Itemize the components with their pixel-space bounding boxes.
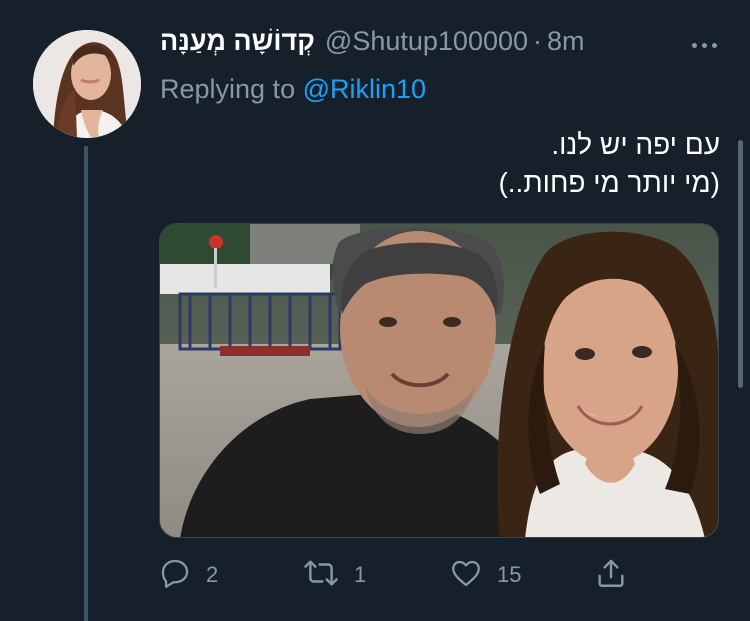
retweet-button[interactable]: 1 bbox=[302, 555, 366, 595]
timestamp[interactable]: 8m bbox=[547, 26, 585, 57]
retweet-icon[interactable] bbox=[302, 556, 340, 595]
tweet-text-line-1: עם יפה יש לנו. bbox=[551, 129, 720, 160]
thread-line bbox=[84, 146, 88, 621]
reply-button[interactable]: 2 bbox=[158, 555, 218, 595]
more-options-icon[interactable] bbox=[684, 30, 724, 60]
like-count: 15 bbox=[497, 562, 522, 587]
tweet-text-line-2: (מי יותר מי פחות..) bbox=[498, 167, 720, 198]
display-name[interactable]: קְדוֹשָׁה מְעַנָּה bbox=[160, 26, 315, 57]
tweet-photo[interactable] bbox=[159, 223, 719, 538]
replying-to: Replying to @Riklin10 bbox=[160, 74, 426, 105]
reply-icon[interactable] bbox=[158, 556, 192, 595]
tweet-actions: 2 1 15 bbox=[158, 555, 638, 595]
like-button[interactable]: 15 bbox=[449, 555, 521, 595]
tweet[interactable]: קְדוֹשָׁה מְעַנָּה @Shutup100000 · 8m Re… bbox=[0, 0, 750, 621]
retweet-count: 1 bbox=[354, 562, 367, 587]
scrollbar[interactable] bbox=[738, 140, 743, 388]
share-button[interactable] bbox=[594, 555, 628, 595]
replying-to-label: Replying to bbox=[160, 74, 296, 104]
user-handle[interactable]: @Shutup100000 bbox=[325, 26, 528, 57]
heart-icon[interactable] bbox=[449, 556, 483, 595]
share-icon[interactable] bbox=[594, 556, 628, 595]
reply-count: 2 bbox=[206, 562, 219, 587]
avatar[interactable] bbox=[33, 30, 141, 138]
separator-dot: · bbox=[533, 26, 543, 56]
tweet-text: עם יפה יש לנו. (מי יותר מי פחות..) bbox=[160, 126, 720, 202]
tweet-header: קְדוֹשָׁה מְעַנָּה @Shutup100000 · 8m bbox=[160, 26, 585, 66]
reply-mention-link[interactable]: @Riklin10 bbox=[303, 74, 426, 104]
